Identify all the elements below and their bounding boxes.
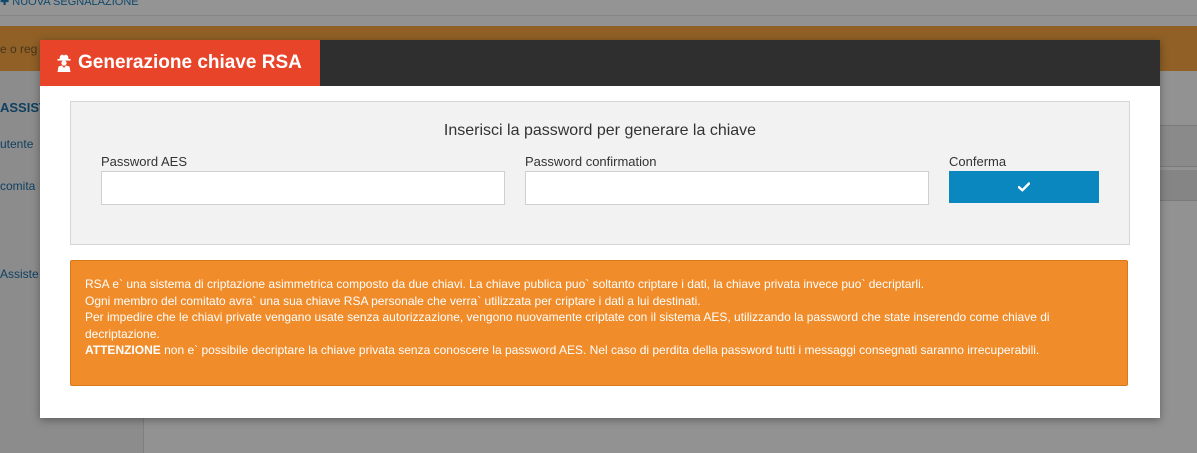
modal-title-tab: Generazione chiave RSA xyxy=(40,40,320,86)
form-heading: Inserisci la password per generare la ch… xyxy=(443,122,757,139)
password-confirmation-input[interactable] xyxy=(525,171,929,205)
info-line-1: RSA e` una sistema di criptazione asimme… xyxy=(85,277,925,291)
check-icon xyxy=(1017,180,1031,195)
warning-text: non e` possibile decriptare la chiave pr… xyxy=(160,343,1040,357)
info-line-3: Per impedire che le chiavi private venga… xyxy=(85,310,1050,341)
info-line-2: Ogni membro del comitato avra` una sua c… xyxy=(85,293,701,308)
password-aes-input[interactable] xyxy=(101,171,505,205)
rsa-info-box: RSA e` una sistema di criptazione asimme… xyxy=(70,260,1128,386)
user-secret-icon xyxy=(56,54,72,72)
modal-title: Generazione chiave RSA xyxy=(78,52,302,73)
confirm-button[interactable] xyxy=(949,171,1099,203)
password-aes-label: Password AES xyxy=(101,154,187,169)
modal-header: Generazione chiave RSA xyxy=(40,40,1160,86)
password-form-panel: Inserisci la password per generare la ch… xyxy=(70,101,1130,245)
warning-label: ATTENZIONE xyxy=(85,343,161,357)
password-confirmation-label: Password confirmation xyxy=(525,154,657,169)
info-warning: ATTENZIONE non e` possibile decriptare l… xyxy=(85,342,1113,359)
rsa-key-modal: Generazione chiave RSA Inserisci la pass… xyxy=(40,40,1160,418)
confirm-label: Conferma xyxy=(949,154,1007,169)
